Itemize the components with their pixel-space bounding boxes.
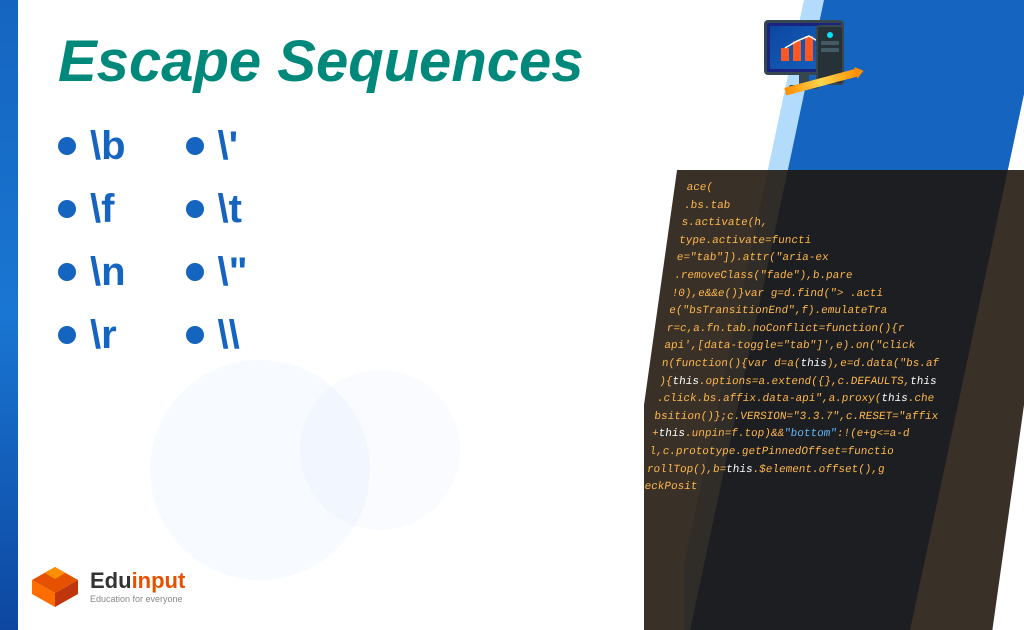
logo-tagline: Education for everyone (90, 594, 185, 604)
code-line: type.activate=functi (678, 233, 1024, 251)
column2: \' \t \" \\ (186, 124, 248, 368)
escape-sequence-t: \t (218, 187, 242, 232)
code-line: eckPosit (644, 479, 1002, 497)
content-area: Escape Sequences \b \f \n \r (18, 0, 698, 630)
main-container: ace( .bs.tab s.activate(h, type.activate… (0, 0, 1024, 630)
code-line: s.activate(h, (680, 215, 1024, 233)
computer-icon-area (764, 20, 884, 120)
code-line: e("bsTransitionEnd",f).emulateTra (668, 303, 1024, 321)
logo-text-container: Edu input Education for everyone (90, 570, 185, 604)
bullet-dot (186, 326, 204, 344)
code-line: ace( (685, 180, 1024, 198)
code-line: !0),e&&e()}var g=d.find("> .acti (670, 286, 1024, 304)
code-line: api',[data-toggle="tab"]',e).on("click (663, 338, 1021, 356)
code-line: .bs.tab (683, 198, 1024, 216)
pencil-tip (854, 65, 865, 79)
bullet-dot (186, 200, 204, 218)
logo-edu-text: Edu (90, 570, 132, 592)
bullet-item-r: \r (58, 313, 126, 358)
escape-sequence-bs: \\ (218, 313, 240, 358)
bullet-dot (186, 137, 204, 155)
bullet-dot (58, 200, 76, 218)
bullet-dot (58, 326, 76, 344)
escape-sequence-b: \b (90, 124, 126, 169)
logo-input-text: input (132, 570, 186, 592)
code-block: ace( .bs.tab s.activate(h, type.activate… (644, 170, 1024, 630)
code-line: ){this.options=a.extend({},c.DEFAULTS,th… (658, 374, 1016, 392)
bullet-item-f: \f (58, 187, 126, 232)
escape-sequence-n: \n (90, 250, 126, 295)
tower-disk (821, 41, 839, 45)
code-line: n(function(){var d=a(this),e=d.data("bs.… (660, 356, 1018, 374)
bullet-dot (186, 263, 204, 281)
escape-sequence-dq: \" (218, 250, 248, 295)
bullet-dot (58, 263, 76, 281)
bullet-item-t: \t (186, 187, 248, 232)
escape-sequence-r: \r (90, 313, 117, 358)
escape-sequence-f: \f (90, 187, 114, 232)
code-line: rollTop(),b=this.$element.offset(),g (646, 462, 1004, 480)
left-sidebar (0, 0, 18, 630)
code-line: l,c.prototype.getPinnedOffset=functio (648, 444, 1006, 462)
page-title: Escape Sequences (58, 30, 658, 94)
code-line: e="tab"]).attr("aria-ex (675, 250, 1024, 268)
bullet-item-n: \n (58, 250, 126, 295)
logo-icon (30, 562, 80, 612)
tower-disk (821, 48, 839, 52)
code-line: .removeClass("fade"),b.pare (673, 268, 1024, 286)
tower-light (827, 32, 833, 38)
bullet-item-bs: \\ (186, 313, 248, 358)
code-line: +this.unpin=f.top)&&"bottom":!(e+g<=a-d (651, 426, 1009, 444)
bullet-item-sq: \' (186, 124, 248, 169)
bullet-item-dq: \" (186, 250, 248, 295)
bullet-item-b: \b (58, 124, 126, 169)
code-overlay: ace( .bs.tab s.activate(h, type.activate… (644, 170, 1024, 630)
code-line: .click.bs.affix.data-api",a.proxy(this.c… (655, 391, 1013, 409)
bullet-dot (58, 137, 76, 155)
code-line: bsition()};c.VERSION="3.3.7",c.RESET="af… (653, 409, 1011, 427)
code-line: r=c,a.fn.tab.noConflict=function(){r (665, 321, 1023, 339)
logo-area: Edu input Education for everyone (30, 562, 185, 612)
column1: \b \f \n \r (58, 124, 126, 368)
items-grid: \b \f \n \r \' (58, 124, 658, 368)
escape-sequence-sq: \' (218, 124, 239, 169)
